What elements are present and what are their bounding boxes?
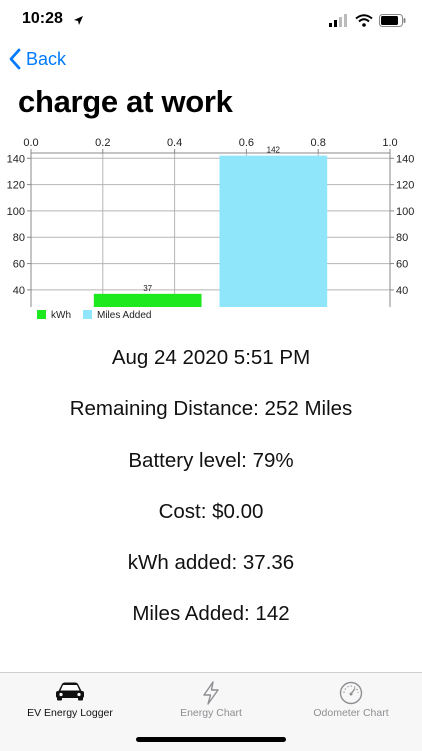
tab-ev-energy-logger[interactable]: EV Energy Logger xyxy=(0,673,140,733)
status-icons xyxy=(329,14,406,27)
wifi-icon xyxy=(355,14,373,27)
bolt-icon xyxy=(203,681,219,705)
tab-label: Energy Chart xyxy=(180,707,242,719)
back-label: Back xyxy=(26,48,67,69)
chart-data-label: 37 xyxy=(143,284,152,293)
chart-tick-label-left: 120 xyxy=(7,180,25,192)
status-time: 10:28 xyxy=(22,10,63,27)
chart-svg: 0.0 0.2 0.4 0.6 0.8 1.0 40 40 60 60 80 80 100 100 120 1… xyxy=(7,137,415,321)
navigation-bar: Back xyxy=(0,44,422,80)
chart-bar-kwh xyxy=(93,293,202,307)
chart-tick-label-left: 60 xyxy=(13,259,25,271)
chart-tick-label-right: 80 xyxy=(396,232,408,244)
battery-icon xyxy=(379,14,406,27)
home-indicator xyxy=(136,737,286,742)
status-bar: 10:28 xyxy=(0,0,422,44)
chart-legend-swatch xyxy=(83,310,92,319)
charge-bar-chart: 0.0 0.2 0.4 0.6 0.8 1.0 40 40 60 60 80 80 100 100 120 1… xyxy=(0,134,422,324)
chart-tick-label-right: 100 xyxy=(396,206,414,218)
chart-tick-label-right: 40 xyxy=(396,285,408,297)
location-arrow-icon xyxy=(74,16,83,25)
chart-tick-label-top: 0.6 xyxy=(239,137,254,149)
speedometer-icon xyxy=(339,681,363,705)
chart-legend-label: kWh xyxy=(51,310,71,321)
back-button[interactable]: Back xyxy=(8,48,66,70)
chart-tick-label-left: 80 xyxy=(13,232,25,244)
chart-tick-label-left: 100 xyxy=(7,206,25,218)
tab-label: EV Energy Logger xyxy=(27,707,113,719)
chart-tick-label-left: 140 xyxy=(7,153,25,165)
chart-data-label: 142 xyxy=(267,146,281,155)
chart-tick-label-top: 0.2 xyxy=(95,137,110,149)
tab-label: Odometer Chart xyxy=(313,707,389,719)
chart-tick-label-top: 0.8 xyxy=(311,137,326,149)
chart-tick-label-top: 0.4 xyxy=(167,137,182,149)
chart-tick-label-right: 60 xyxy=(396,259,408,271)
tab-odometer-chart[interactable]: Odometer Chart xyxy=(281,673,421,733)
chart-tick-label-top: 0.0 xyxy=(23,137,38,149)
miles-added: Miles Added: 142 xyxy=(132,602,290,625)
chevron-left-icon xyxy=(9,48,21,70)
charge-date: Aug 24 2020 5:51 PM xyxy=(111,346,311,369)
chart-tick-label-top: 1.0 xyxy=(382,137,397,149)
kwh-added: kWh added: 37.36 xyxy=(127,551,295,574)
tab-energy-chart[interactable]: Energy Chart xyxy=(141,673,281,733)
chart-tick-label-left: 40 xyxy=(13,285,25,297)
chart-bar-miles-added xyxy=(219,155,328,307)
car-icon xyxy=(56,682,84,701)
remaining-distance: Remaining Distance: 252 Miles xyxy=(69,397,353,420)
charge-cost: Cost: $0.00 xyxy=(158,500,264,523)
battery-level: Battery level: 79% xyxy=(128,449,294,472)
cellular-signal-icon xyxy=(329,14,347,27)
chart-tick-label-right: 120 xyxy=(396,180,414,192)
chart-legend-swatch xyxy=(37,310,46,319)
chart-tick-label-right: 140 xyxy=(396,153,414,165)
chart-legend-label: Miles Added xyxy=(97,310,151,321)
page-title: charge at work xyxy=(18,84,233,119)
